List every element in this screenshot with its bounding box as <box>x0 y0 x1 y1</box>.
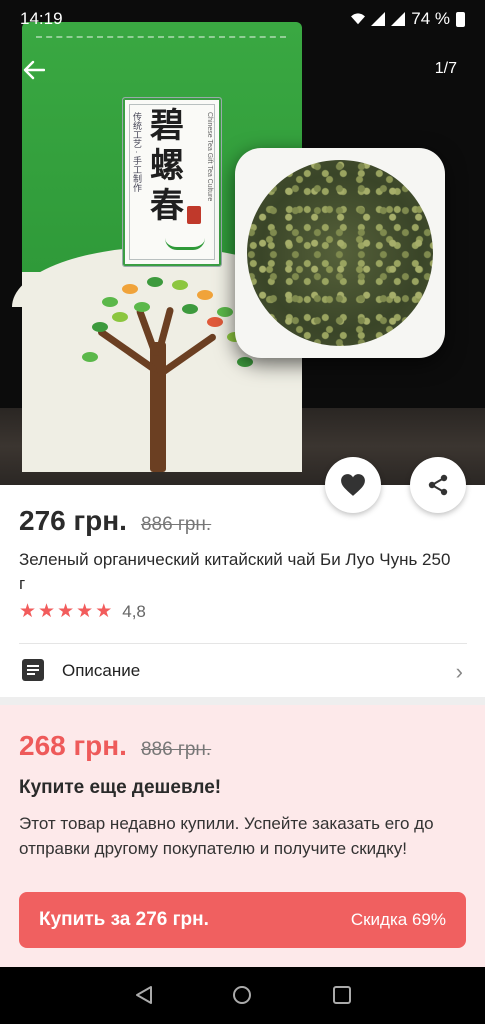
promo-text: Этот товар недавно купили. Успейте заказ… <box>19 814 434 858</box>
status-bar: 14:19 74 % <box>0 0 485 36</box>
description-icon <box>22 659 44 681</box>
description-label: Описание <box>62 661 141 680</box>
signal-icon <box>371 12 386 26</box>
package-chinese-title: 碧螺春 <box>150 106 184 226</box>
price-row: 276 грн. 886 грн. <box>19 505 211 537</box>
tree-leaf <box>102 297 118 307</box>
promo-section: 268 грн. 886 грн. Купите еще дешевле! Эт… <box>0 705 485 967</box>
tree-leaf <box>147 277 163 287</box>
tree-leaf <box>112 312 128 322</box>
heart-icon <box>341 474 365 496</box>
nav-recents-icon[interactable] <box>331 984 353 1006</box>
back-arrow-icon <box>23 60 45 80</box>
rating-value: 4,8 <box>122 602 146 621</box>
section-separator <box>0 697 485 705</box>
signal-icon <box>391 12 406 26</box>
product-title: Зеленый органический китайский чай Би Лу… <box>19 550 451 593</box>
tree-trunk <box>150 342 166 472</box>
star-icon: ★ <box>19 601 37 622</box>
tree-leaf <box>217 307 233 317</box>
tree-leaf <box>134 302 150 312</box>
star-icon: ★ <box>76 601 94 622</box>
status-icons: 74 % <box>351 9 465 29</box>
label-side-left: 传统工艺 · 手工制作 <box>132 112 142 192</box>
system-nav-bar <box>0 967 485 1024</box>
description-row[interactable]: Описание › <box>0 645 485 697</box>
share-icon <box>428 474 448 496</box>
tree-leaf <box>92 322 108 332</box>
tree-leaf <box>182 304 198 314</box>
tea-bowl <box>235 148 445 358</box>
product-rating: ★ ★ ★ ★ ★ 4,8 <box>19 602 146 622</box>
wifi-icon <box>351 13 366 25</box>
share-button[interactable] <box>410 457 466 513</box>
tree-leaf <box>237 357 253 367</box>
favorite-button[interactable] <box>325 457 381 513</box>
star-icon: ★ <box>95 601 113 622</box>
package-label: 传统工艺 · 手工制作 Chinese Tea Gift Tea Culture… <box>122 97 222 267</box>
discount-label: Скидка 69% <box>350 910 446 929</box>
product-image-gallery[interactable]: 传统工艺 · 手工制作 Chinese Tea Gift Tea Culture… <box>0 0 485 485</box>
divider <box>19 643 467 644</box>
buy-button[interactable]: Купить за 276 грн. Скидка 69% <box>19 892 466 948</box>
promo-price-row: 268 грн. 886 грн. <box>19 730 211 762</box>
label-side-right: Chinese Tea Gift Tea Culture <box>206 112 213 202</box>
image-counter: 1/7 <box>434 60 457 77</box>
status-time: 14:19 <box>20 9 63 28</box>
chevron-right-icon: › <box>455 659 463 684</box>
label-swirl <box>165 238 205 250</box>
battery-icon <box>456 11 465 27</box>
tree-leaf <box>82 352 98 362</box>
current-price: 276 грн. <box>19 505 127 536</box>
tree-leaf <box>197 290 213 300</box>
tree-leaf <box>172 280 188 290</box>
nav-home-icon[interactable] <box>231 984 253 1006</box>
tree-leaf <box>122 284 138 294</box>
star-icon: ★ <box>38 601 56 622</box>
promo-heading: Купите еще дешевле! <box>19 777 222 798</box>
promo-price: 268 грн. <box>19 730 127 761</box>
buy-button-label: Купить за 276 грн. <box>39 909 209 930</box>
old-price: 886 грн. <box>140 514 212 535</box>
battery-percent: 74 % <box>411 9 450 28</box>
star-icon: ★ <box>57 601 75 622</box>
back-button[interactable] <box>20 56 48 84</box>
tea-leaves <box>247 160 433 346</box>
nav-back-icon[interactable] <box>133 984 155 1006</box>
tree-leaf <box>207 317 223 327</box>
promo-old-price: 886 грн. <box>140 739 212 760</box>
label-stamp <box>187 206 201 224</box>
